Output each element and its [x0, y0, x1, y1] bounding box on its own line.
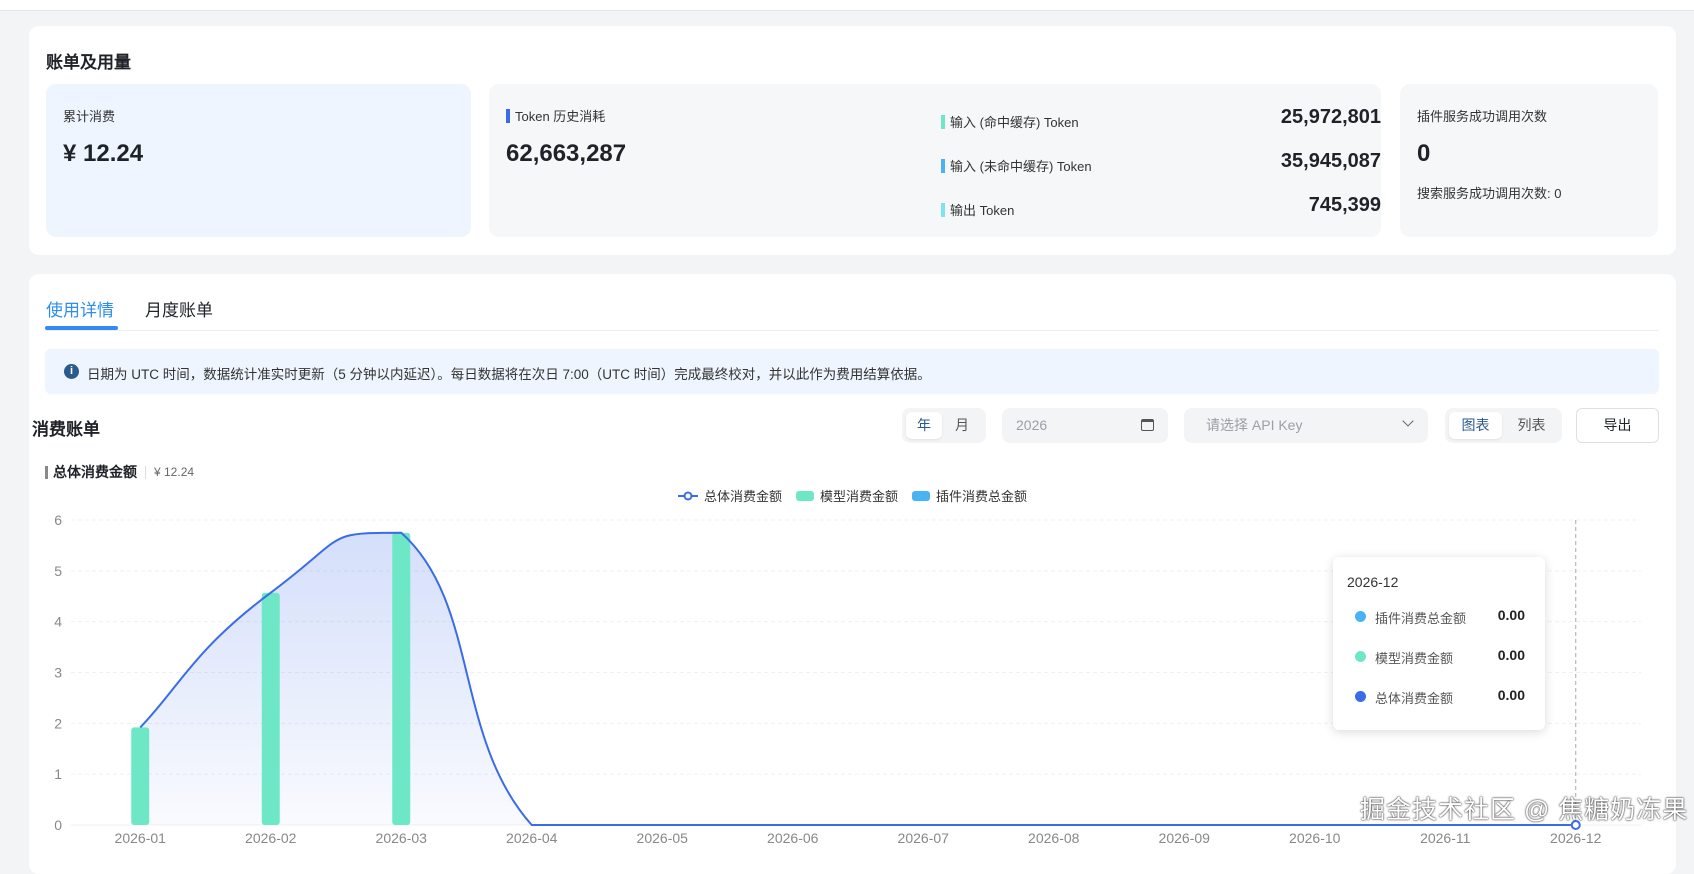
x-tick-label: 2026-03: [376, 830, 428, 843]
dot-icon: [1355, 691, 1366, 702]
chart-tooltip: 2026-12 插件消费总金额 0.00 模型消费金额 0.00 总体消费金额 0.0…: [1333, 557, 1545, 730]
y-tick-label: 4: [54, 614, 62, 630]
y-tick-label: 2: [54, 715, 62, 731]
x-tick-label: 2026-09: [1159, 830, 1211, 843]
tooltip-row-plugin: 插件消费总金额 0.00: [1355, 607, 1525, 627]
row-value: 0.00: [1497, 607, 1525, 623]
y-tick-label: 5: [54, 563, 62, 579]
tooltip-title: 2026-12: [1347, 574, 1399, 590]
bar-model: [131, 727, 150, 825]
row-value: 0.00: [1497, 687, 1525, 703]
row-name: 插件消费总金额: [1375, 611, 1467, 626]
y-tick-label: 6: [54, 512, 62, 528]
row-name: 模型消费金额: [1375, 651, 1454, 666]
dot-icon: [1355, 651, 1366, 662]
x-tick-label: 2026-06: [767, 830, 819, 843]
x-tick-label: 2026-07: [898, 830, 950, 843]
y-tick-label: 1: [54, 766, 62, 782]
y-tick-label: 0: [54, 817, 62, 833]
x-tick-label: 2026-08: [1028, 830, 1080, 843]
x-tick-label: 2026-11: [1420, 830, 1471, 843]
x-tick-label: 2026-12: [1550, 830, 1602, 843]
row-value: 0.00: [1497, 647, 1525, 663]
tooltip-row-model: 模型消费金额 0.00: [1355, 647, 1525, 667]
y-tick-label: 3: [54, 665, 62, 681]
tooltip-row-total: 总体消费金额 0.00: [1355, 687, 1525, 707]
x-tick-label: 2026-05: [637, 830, 689, 843]
dot-icon: [1355, 611, 1366, 622]
x-tick-label: 2026-02: [245, 830, 297, 843]
bar-model: [261, 592, 280, 825]
x-tick-label: 2026-01: [115, 830, 167, 843]
x-tick-label: 2026-04: [506, 830, 558, 843]
bar-model: [392, 532, 411, 825]
x-tick-label: 2026-10: [1289, 830, 1341, 843]
watermark: 掘金技术社区 @ 焦糖奶冻果: [1360, 796, 1689, 824]
row-name: 总体消费金额: [1375, 691, 1454, 706]
